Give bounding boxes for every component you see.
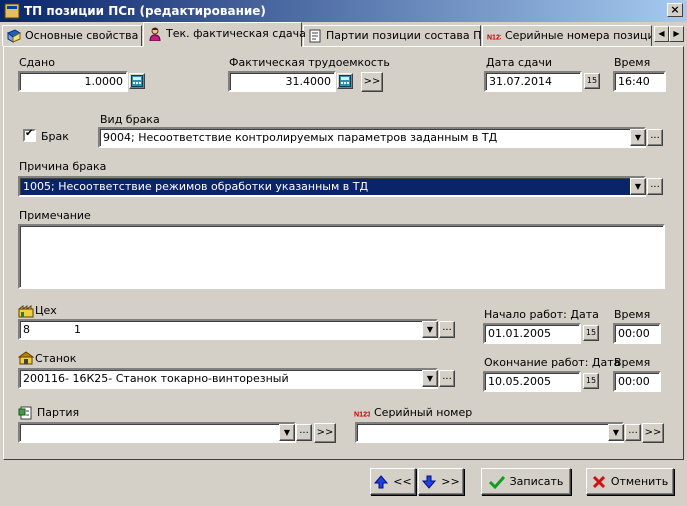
- defect-type-label: Вид брака: [100, 113, 160, 126]
- end-work-time-label: Время: [614, 356, 651, 369]
- calculator-icon: [131, 75, 143, 87]
- note-label: Примечание: [19, 209, 91, 222]
- tab-scroll-left-button[interactable]: ◀: [654, 26, 669, 42]
- tab-strip: Основные свойства Тек. фактическая сдача…: [0, 22, 687, 47]
- serial-label: Серийный номер: [374, 406, 473, 419]
- machine-lookup-button[interactable]: ...: [439, 370, 455, 387]
- serial-more-button[interactable]: >>: [642, 423, 664, 443]
- start-work-time-field[interactable]: 00:00: [613, 323, 661, 344]
- close-button[interactable]: ×: [667, 3, 683, 17]
- workshop-select[interactable]: 8 1: [18, 319, 438, 340]
- sdano-calculator-button[interactable]: [129, 73, 145, 89]
- defect-type-select[interactable]: 9004; Несоответствие контролируемых пара…: [98, 127, 646, 148]
- sdano-label: Сдано: [19, 56, 55, 69]
- date-delivery-calendar-button[interactable]: 15: [584, 73, 600, 89]
- window-title-text: ТП позиции ПСп (редактирование): [24, 4, 266, 18]
- arrow-down-icon: [422, 475, 437, 489]
- batch-select[interactable]: [18, 422, 296, 443]
- tab-label: Партии позиции состава ПСп: [326, 29, 497, 42]
- fact-labor-calculator-button[interactable]: [337, 73, 353, 89]
- tab-scroll: ◀ ▶: [654, 26, 684, 42]
- defect-label: Брак: [41, 130, 69, 143]
- batch-more-button[interactable]: >>: [314, 423, 336, 443]
- defect-reason-dropdown-button[interactable]: ▼: [630, 178, 646, 195]
- svg-text:N123: N123: [354, 411, 370, 419]
- time-delivery-label: Время: [614, 56, 651, 69]
- defect-reason-select[interactable]: 1005; Несоответствие режимов обработки у…: [18, 176, 646, 197]
- save-label: Записать: [509, 475, 564, 488]
- tab-position-batches[interactable]: Партии позиции состава ПСп: [303, 25, 496, 46]
- tab-label: Серийные номера позиции: [505, 29, 652, 42]
- workshop-lookup-button[interactable]: ...: [439, 321, 455, 338]
- workshop-icon: [18, 305, 34, 318]
- prev-label: <<: [393, 475, 412, 488]
- window-title: ТП позиции ПСп (редактирование): [0, 0, 687, 22]
- date-delivery-field[interactable]: 31.07.2014: [484, 71, 582, 92]
- svg-text:N123: N123: [487, 35, 501, 42]
- batch-label: Партия: [37, 406, 80, 419]
- start-work-calendar-button[interactable]: 15: [583, 325, 599, 341]
- batch-dropdown-button[interactable]: ▼: [279, 424, 295, 441]
- defect-reason-lookup-button[interactable]: ...: [647, 178, 663, 195]
- machine-dropdown-button[interactable]: ▼: [422, 370, 438, 387]
- batch-icon: [18, 406, 32, 420]
- next-label: >>: [441, 475, 460, 488]
- defect-checkbox[interactable]: ✔: [23, 128, 36, 142]
- document-icon: [309, 29, 321, 43]
- app-icon: [4, 3, 20, 19]
- workshop-name: 1: [74, 323, 81, 336]
- machine-icon: [18, 351, 34, 365]
- end-work-calendar-button[interactable]: 15: [583, 373, 599, 389]
- calculator-icon: [339, 75, 351, 87]
- batch-lookup-button[interactable]: ...: [296, 424, 312, 441]
- next-record-button[interactable]: >>: [418, 468, 464, 495]
- defect-type-lookup-button[interactable]: ...: [647, 129, 663, 146]
- cross-icon: [592, 475, 605, 489]
- sdano-field[interactable]: 1.0000: [18, 71, 128, 92]
- note-textarea[interactable]: [18, 224, 665, 289]
- book-icon: [7, 29, 21, 43]
- end-work-time-field[interactable]: 00:00: [613, 371, 661, 392]
- serial-number-icon: N123: [354, 411, 370, 419]
- person-icon: [149, 27, 161, 41]
- start-work-label: Начало работ: Дата: [484, 308, 599, 321]
- serial-lookup-button[interactable]: ...: [625, 424, 641, 441]
- cancel-label: Отменить: [610, 475, 669, 488]
- defect-type-dropdown-button[interactable]: ▼: [630, 129, 646, 146]
- workshop-dropdown-button[interactable]: ▼: [422, 321, 438, 338]
- serial-number-icon: N123: [487, 35, 501, 42]
- serial-dropdown-button[interactable]: ▼: [608, 424, 624, 441]
- prev-record-button[interactable]: <<: [370, 468, 416, 495]
- workshop-code: 8: [23, 323, 30, 336]
- fact-labor-field[interactable]: 31.4000: [228, 71, 336, 92]
- end-work-label: Окончание работ: Дата: [484, 356, 621, 369]
- tab-label: Тек. фактическая сдача: [166, 27, 306, 40]
- tab-basic-properties[interactable]: Основные свойства: [2, 25, 142, 46]
- save-button[interactable]: Записать: [481, 468, 571, 495]
- defect-reason-label: Причина брака: [19, 160, 107, 173]
- fact-labor-label: Фактическая трудоемкость: [229, 56, 390, 69]
- start-work-date-field[interactable]: 01.01.2005: [483, 323, 581, 344]
- end-work-date-field[interactable]: 10.05.2005: [483, 371, 581, 392]
- check-mark-icon: ✔: [25, 128, 34, 139]
- time-delivery-field[interactable]: 16:40: [613, 71, 666, 92]
- serial-select[interactable]: [355, 422, 624, 443]
- start-work-time-label: Время: [614, 308, 651, 321]
- tab-serial-numbers[interactable]: N123 Серийные номера позиции: [482, 25, 652, 46]
- tab-label: Основные свойства: [25, 29, 139, 42]
- machine-label: Станок: [35, 352, 77, 365]
- cancel-button[interactable]: Отменить: [586, 468, 674, 495]
- tab-scroll-right-button[interactable]: ▶: [669, 26, 684, 42]
- tab-current-delivery[interactable]: Тек. фактическая сдача: [143, 22, 306, 47]
- arrow-up-icon: [374, 475, 389, 489]
- fact-labor-more-button[interactable]: >>: [361, 72, 383, 92]
- date-delivery-label: Дата сдачи: [486, 56, 553, 69]
- machine-select[interactable]: 200116- 16К25- Станок токарно-винторезны…: [18, 368, 438, 389]
- workshop-label: Цех: [35, 304, 57, 317]
- checkmark-icon: [488, 475, 505, 490]
